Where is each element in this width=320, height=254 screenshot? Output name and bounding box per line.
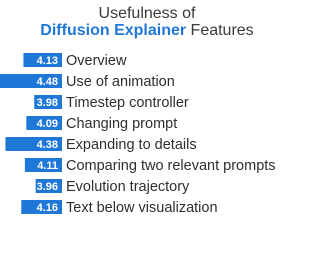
- category-label: Timestep controller: [66, 95, 189, 111]
- bar-value-label: 4.13: [37, 55, 58, 67]
- category-label: Evolution trajectory: [66, 179, 190, 195]
- category-label: Text below visualization: [66, 200, 218, 216]
- category-label: Comparing two relevant prompts: [66, 158, 276, 174]
- bar-value-label: 3.98: [37, 97, 58, 109]
- bar-value-label: 4.09: [37, 118, 58, 130]
- usefulness-bar-chart: 4.13 Overview 4.48 Use of animation 3.98 Time…: [0, 53, 276, 216]
- bar-value-label: 4.48: [37, 76, 58, 88]
- bar-value-label: 4.16: [37, 202, 58, 214]
- bar-value-label: 4.38: [37, 139, 58, 151]
- category-label: Use of animation: [66, 74, 175, 90]
- bar-value-label: 4.11: [37, 160, 58, 172]
- category-label: Overview: [66, 53, 127, 69]
- category-label: Expanding to details: [66, 137, 197, 153]
- category-label: Changing prompt: [66, 116, 177, 132]
- bar-value-label: 3.96: [37, 181, 58, 193]
